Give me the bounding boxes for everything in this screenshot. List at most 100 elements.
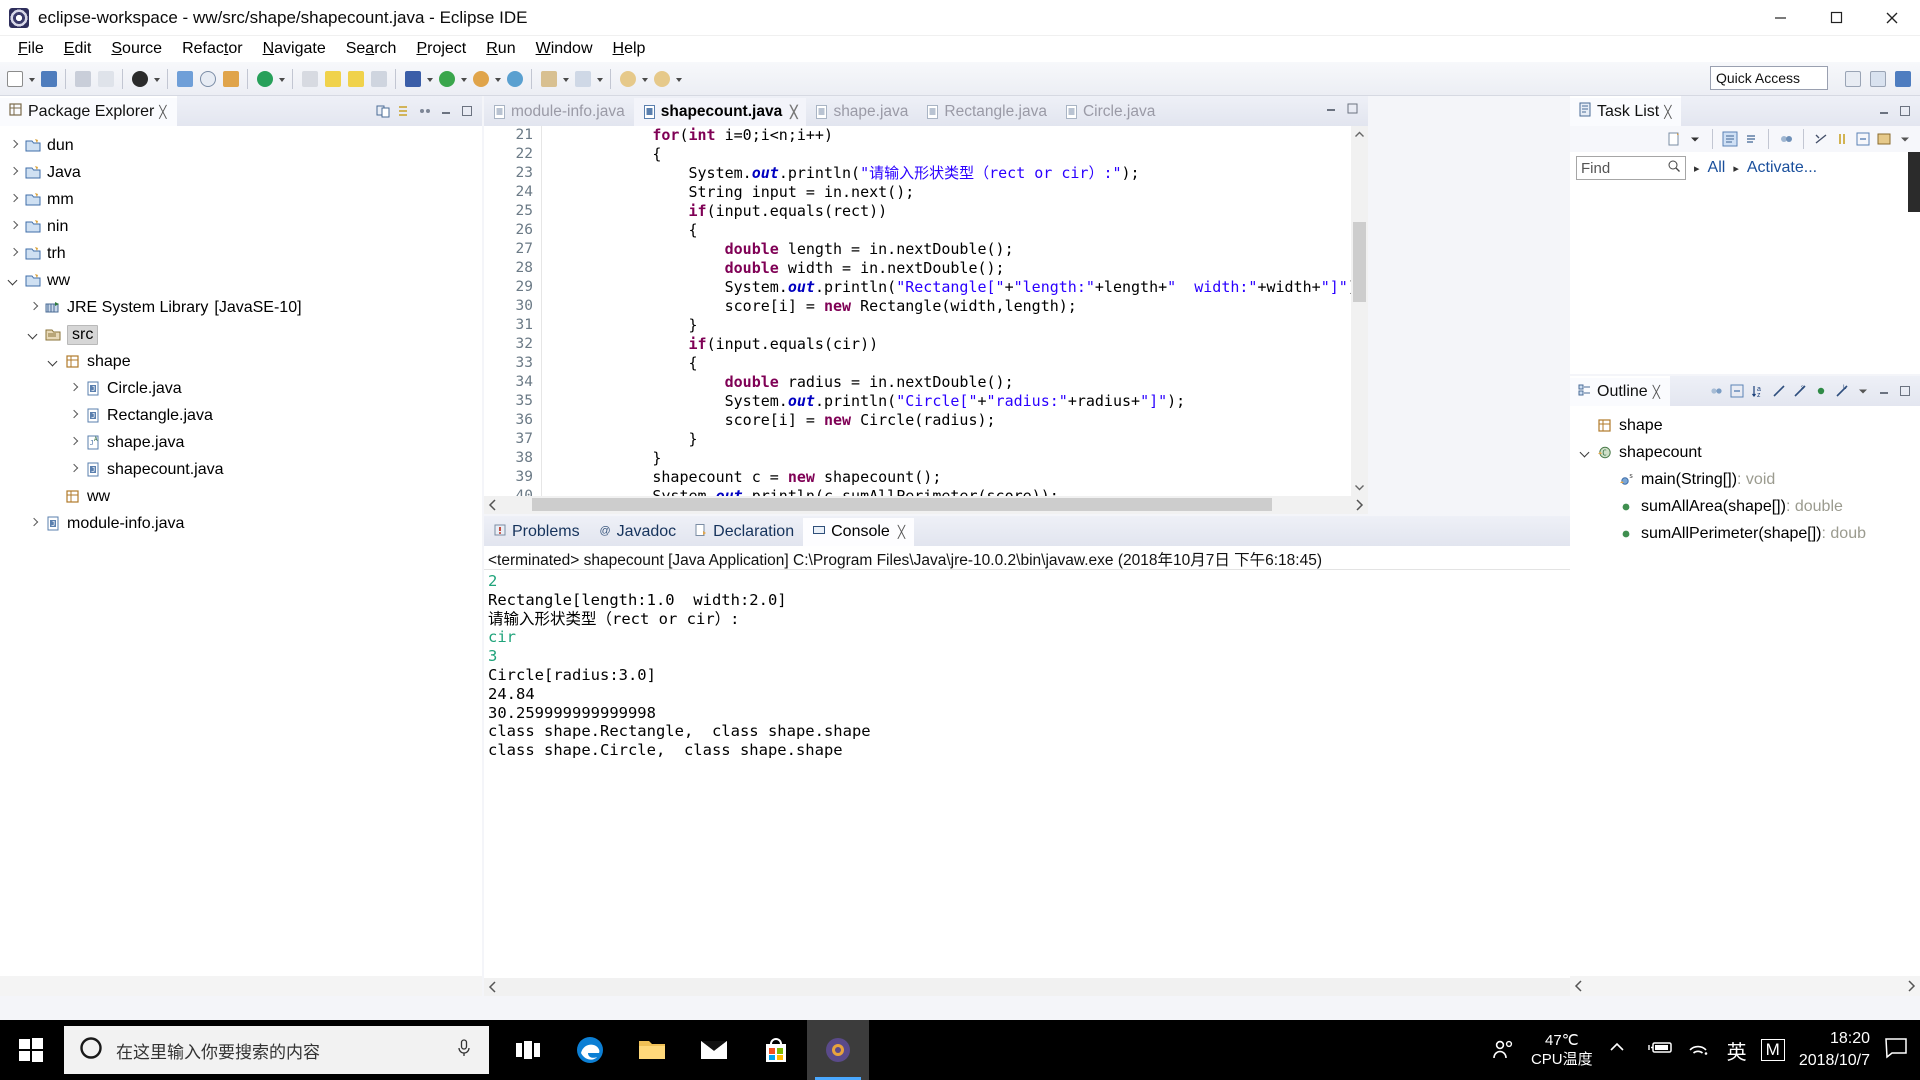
outline-item[interactable]: Cshapecount	[1570, 439, 1920, 466]
package-tree-item[interactable]: dun	[0, 132, 482, 159]
chevron-right-icon[interactable]	[6, 219, 22, 235]
outline-item[interactable]: sumAllPerimeter(shape[]) : doub	[1570, 520, 1920, 547]
package-tree-item[interactable]: Jmodule-info.java	[0, 510, 482, 537]
code-line[interactable]: {	[544, 221, 1368, 240]
forward-icon[interactable]	[651, 67, 673, 91]
console-panel-tab[interactable]: @ Javadoc	[589, 518, 686, 546]
eclipse-taskbar-button[interactable]	[807, 1020, 869, 1080]
sort-icon[interactable]: az	[1750, 383, 1767, 400]
package-tree-item[interactable]: mm	[0, 186, 482, 213]
skip-breakpoints-icon[interactable]	[299, 67, 321, 91]
new-java-dropdown-icon[interactable]	[561, 67, 571, 91]
editor-tab[interactable]: Circle.java	[1056, 98, 1164, 126]
menu-refactor[interactable]: Refactor	[172, 38, 252, 60]
new-class-icon[interactable]	[572, 67, 594, 91]
package-tree-item[interactable]: nin	[0, 213, 482, 240]
synchronize-changed-icon[interactable]	[1813, 131, 1830, 148]
maximize-button[interactable]	[1808, 0, 1864, 36]
focus-on-workweek-icon[interactable]	[1778, 131, 1795, 148]
menu-project[interactable]: Project	[406, 38, 476, 60]
chevron-right-icon[interactable]	[6, 192, 22, 208]
code-line[interactable]: System.out.println("Rectangle["+"length:…	[544, 278, 1368, 297]
minimize-view-icon[interactable]	[438, 103, 455, 120]
new-task-dropdown-icon[interactable]	[1687, 131, 1704, 148]
outline-item[interactable]: shape	[1570, 412, 1920, 439]
editor-tab[interactable]: module-info.java	[484, 98, 634, 126]
view-menu-icon[interactable]	[417, 103, 434, 120]
link-with-editor-icon[interactable]	[375, 103, 392, 120]
toggle-mark-occurrences-icon[interactable]	[368, 67, 390, 91]
open-type-icon[interactable]	[174, 67, 196, 91]
export-icon[interactable]	[95, 67, 117, 91]
task-repository-icon[interactable]	[1876, 131, 1893, 148]
action-center-icon[interactable]	[1884, 1037, 1910, 1063]
microphone-icon[interactable]	[453, 1037, 475, 1064]
hide-static-icon[interactable]: s	[1792, 383, 1809, 400]
clock-widget[interactable]: 18:20 2018/10/7	[1799, 1028, 1870, 1072]
search-icon[interactable]	[197, 67, 219, 91]
tab-package-explorer[interactable]: Package Explorer ╳	[0, 96, 177, 126]
run-icon[interactable]	[436, 67, 458, 91]
hide-non-public-icon[interactable]	[1813, 383, 1830, 400]
menu-help[interactable]: Help	[603, 38, 656, 60]
hide-local-types-icon[interactable]: L	[1834, 383, 1851, 400]
chevron-right-icon[interactable]	[66, 435, 82, 451]
collapse-all-tasks-icon[interactable]	[1855, 131, 1872, 148]
external-tools-dropdown-icon[interactable]	[425, 67, 435, 91]
print-icon[interactable]	[72, 67, 94, 91]
outline-hscrollbar[interactable]	[1570, 976, 1920, 996]
outline-tree[interactable]: shape Cshapecount s main(String[]) : void su…	[1570, 406, 1920, 547]
restore-tasks-icon[interactable]	[1834, 131, 1851, 148]
run-history-dropdown-icon[interactable]	[493, 67, 503, 91]
categorized-presentation-icon[interactable]	[1722, 131, 1739, 148]
package-tree-item[interactable]: trh	[0, 240, 482, 267]
console-tab-close-icon[interactable]: ╳	[898, 525, 905, 539]
chevron-down-icon[interactable]	[6, 273, 22, 289]
debug-icon[interactable]	[129, 67, 151, 91]
menu-run[interactable]: Run	[476, 38, 525, 60]
console-panel-tab[interactable]: Declaration	[685, 518, 803, 546]
menu-edit[interactable]: Edit	[54, 38, 102, 60]
menu-navigate[interactable]: Navigate	[253, 38, 336, 60]
package-explorer-close-icon[interactable]: ╳	[159, 105, 166, 119]
scroll-left-arrow-icon[interactable]	[484, 496, 502, 514]
code-line[interactable]: }	[544, 430, 1368, 449]
maximize-task-list-icon[interactable]	[1897, 103, 1914, 120]
wifi-icon[interactable]	[1687, 1037, 1713, 1063]
code-line[interactable]: String input = in.next();	[544, 183, 1368, 202]
task-list-close-icon[interactable]: ╳	[1664, 105, 1671, 119]
task-find-input[interactable]: Find	[1576, 156, 1686, 180]
code-line[interactable]: System.out.println("Circle["+"radius:"+r…	[544, 392, 1368, 411]
menu-search[interactable]: Search	[336, 38, 407, 60]
editor-tab[interactable]: shapecount.java ╳	[633, 98, 807, 126]
code-line[interactable]: shapecount c = new shapecount();	[544, 468, 1368, 487]
show-hidden-icons-chevron-icon[interactable]	[1607, 1037, 1633, 1063]
code-line[interactable]: }	[544, 449, 1368, 468]
chevron-down-icon[interactable]	[26, 327, 42, 343]
code-line[interactable]: double length = in.nextDouble();	[544, 240, 1368, 259]
battery-icon[interactable]	[1647, 1037, 1673, 1063]
task-view-menu-icon[interactable]	[1897, 131, 1914, 148]
run-dropdown-icon[interactable]	[459, 67, 469, 91]
outline-scroll-right-arrow-icon[interactable]	[1902, 977, 1920, 995]
scheduled-presentation-icon[interactable]	[1743, 131, 1760, 148]
outline-item[interactable]: sumAllArea(shape[]) : double	[1570, 493, 1920, 520]
code-line[interactable]: System.out.println("请输入形状类型（rect or cir）…	[544, 164, 1368, 183]
ime-mode-badge[interactable]: M	[1760, 1039, 1785, 1061]
console-panel-tab[interactable]: Problems	[484, 518, 589, 546]
prev-annotation-icon[interactable]	[345, 67, 367, 91]
editor-vertical-scrollbar[interactable]	[1351, 126, 1368, 496]
package-tree-item[interactable]: Java	[0, 159, 482, 186]
minimize-button[interactable]	[1752, 0, 1808, 36]
maximize-outline-icon[interactable]	[1897, 383, 1914, 400]
back-dropdown-icon[interactable]	[640, 67, 650, 91]
editor-horizontal-scrollbar[interactable]	[484, 496, 1368, 514]
task-view-button[interactable]	[497, 1020, 559, 1080]
source-code-lines[interactable]: for(int i=0;i<n;i++) { System.out.printl…	[544, 126, 1368, 506]
people-icon[interactable]	[1491, 1037, 1517, 1063]
code-line[interactable]: {	[544, 145, 1368, 164]
start-button[interactable]	[0, 1020, 62, 1080]
package-tree-item[interactable]: ww	[0, 483, 482, 510]
collapse-all-outline-icon[interactable]	[1729, 383, 1746, 400]
chevron-right-icon[interactable]	[26, 300, 42, 316]
